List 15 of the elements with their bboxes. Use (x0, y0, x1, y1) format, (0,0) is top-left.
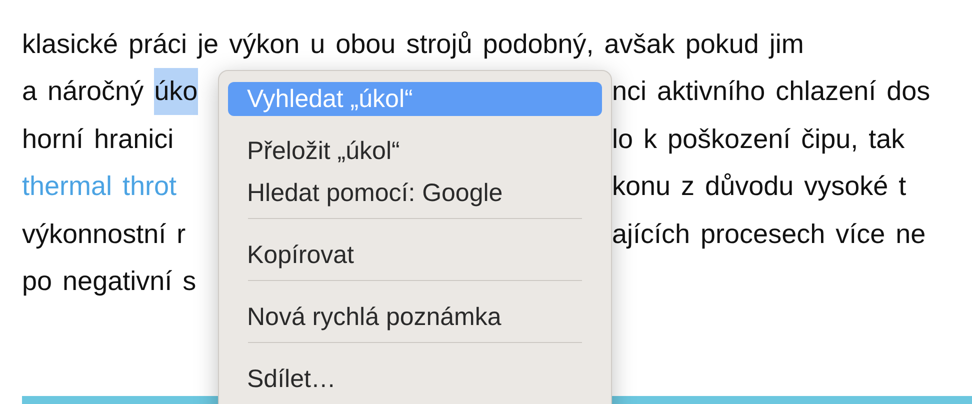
text-line: klasické práci je výkon u obou strojů podobný, avšak pokud jim (22, 28, 804, 61)
menu-item[interactable]: Nová rychlá poznámka (228, 300, 602, 334)
menu-item[interactable]: Sdílet… (228, 362, 602, 396)
text-line: a náročný (22, 75, 145, 108)
text-line: konu z důvodu vysoké t (612, 170, 906, 203)
text-line: po negativní s (22, 265, 196, 298)
text-line: nci aktivního chlazení dos (612, 75, 930, 108)
text-line: výkonnostní r (22, 218, 186, 251)
text-line: lo k poškození čipu, tak (612, 122, 905, 156)
text-line: horní hranici (22, 122, 174, 156)
menu-item[interactable]: Přeložit „úkol“ (228, 134, 602, 168)
menu-item[interactable]: Hledat pomocí: Google (228, 176, 602, 210)
selected-text: úko (154, 68, 198, 115)
menu-item[interactable]: Kopírovat (228, 238, 602, 272)
text-line: ajících procesech více ne (612, 218, 926, 251)
